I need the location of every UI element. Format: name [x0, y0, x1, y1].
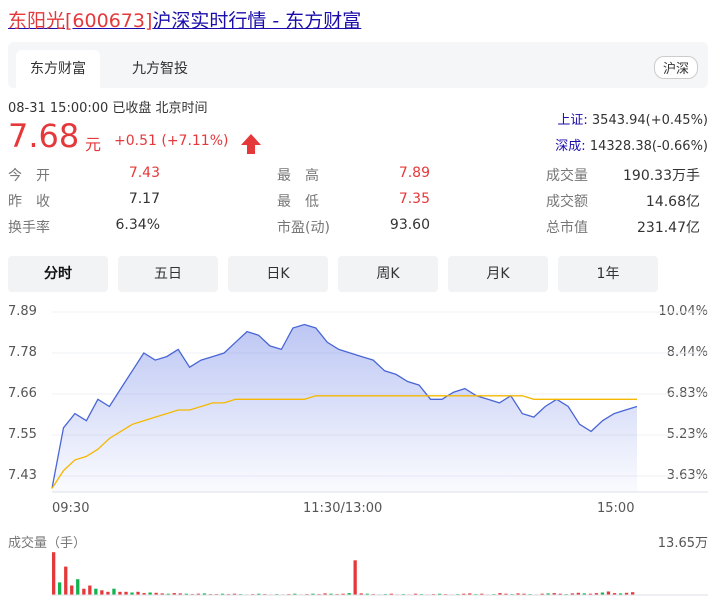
volume-bar	[112, 588, 116, 595]
volume-bar	[353, 560, 357, 595]
volume-bar	[52, 552, 56, 595]
volume-label: 成交量（手）	[8, 536, 87, 551]
price-area	[52, 324, 637, 492]
volume-bar	[58, 582, 62, 595]
volume-bar	[64, 566, 68, 595]
volume-bar	[88, 585, 92, 595]
volume-bar	[94, 588, 98, 595]
volume-bar	[82, 588, 86, 595]
volume-bar	[76, 579, 80, 595]
volume-bar	[100, 590, 104, 595]
volume-bar	[606, 591, 611, 595]
intraday-chart[interactable]	[0, 0, 728, 605]
volume-bar	[70, 585, 74, 595]
volume-max: 13.65万	[657, 536, 708, 551]
